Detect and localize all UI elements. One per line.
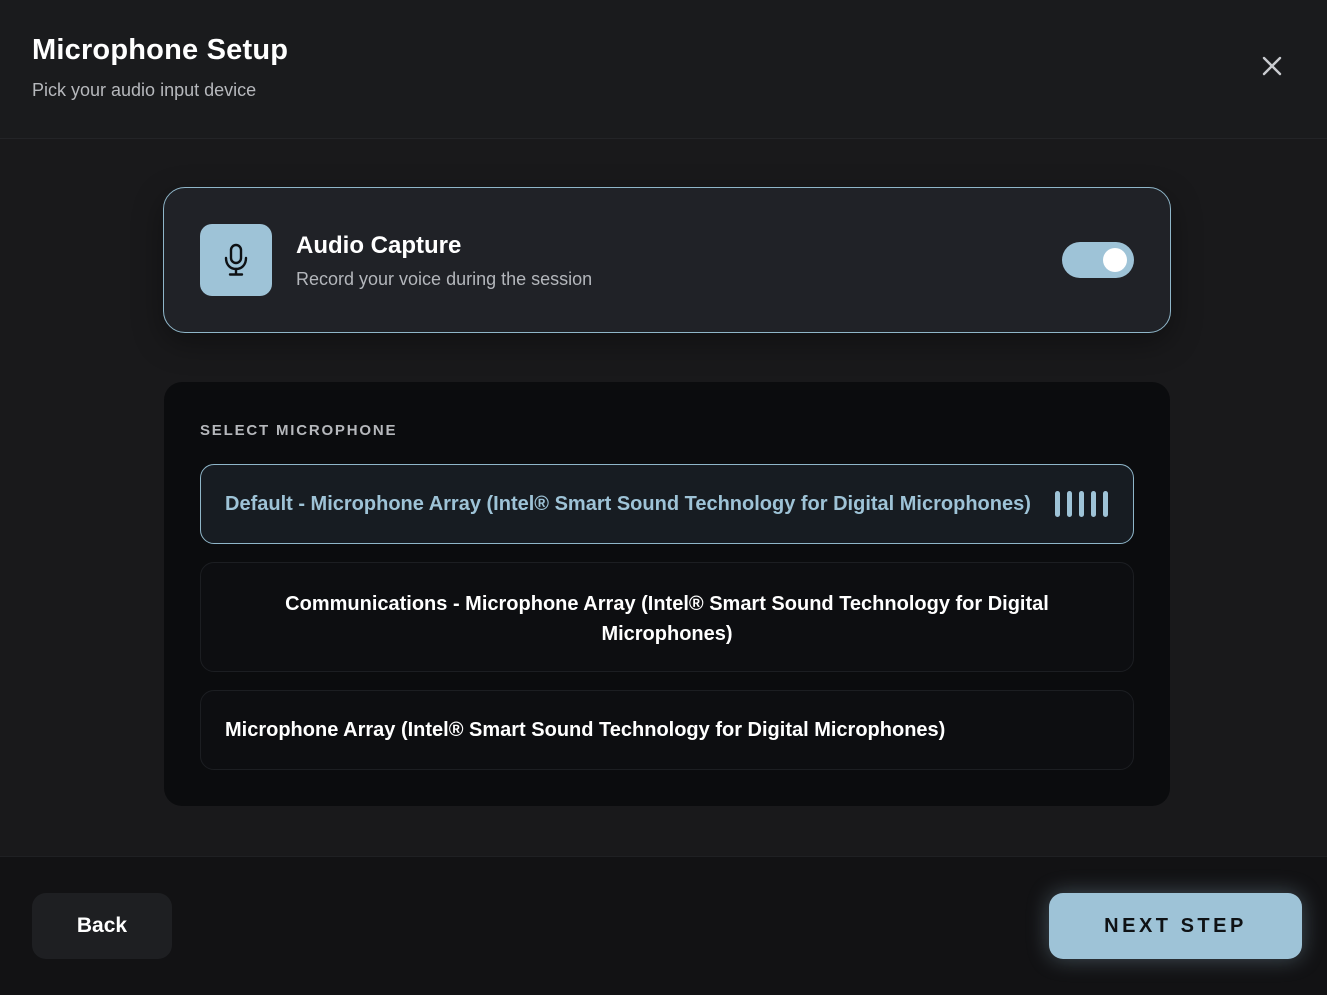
page-title: Microphone Setup (32, 34, 289, 66)
back-button[interactable]: Back (32, 893, 172, 959)
microphone-icon (224, 243, 248, 276)
microphone-option-label: Communications - Microphone Array (Intel… (285, 593, 1049, 645)
audio-level-icon (1055, 491, 1115, 517)
close-icon (1262, 56, 1282, 76)
audio-capture-card: Audio Capture Record your voice during t… (163, 187, 1171, 333)
microphone-option-label: Microphone Array (Intel® Smart Sound Tec… (225, 719, 946, 741)
page-subtitle: Pick your audio input device (32, 80, 257, 100)
microphone-option-default[interactable]: Default - Microphone Array (Intel® Smart… (200, 464, 1134, 544)
microphone-option-communications[interactable]: Communications - Microphone Array (Intel… (200, 562, 1134, 672)
toggle-knob (1103, 248, 1127, 272)
microphone-select-panel: SELECT MICROPHONE Default - Microphone A… (164, 382, 1170, 806)
close-button[interactable] (1252, 46, 1292, 86)
dialog-header: Microphone Setup Pick your audio input d… (0, 0, 1327, 139)
section-label: SELECT MICROPHONE (200, 422, 398, 439)
audio-capture-title: Audio Capture (296, 232, 462, 259)
microphone-option-array[interactable]: Microphone Array (Intel® Smart Sound Tec… (200, 690, 1134, 770)
audio-capture-toggle[interactable] (1062, 242, 1134, 278)
next-step-button[interactable]: NEXT STEP (1049, 893, 1302, 959)
microphone-option-label: Default - Microphone Array (Intel® Smart… (225, 493, 1031, 515)
dialog-footer: Back NEXT STEP (0, 856, 1327, 995)
audio-capture-description: Record your voice during the session (296, 269, 593, 289)
microphone-tile (200, 224, 272, 296)
